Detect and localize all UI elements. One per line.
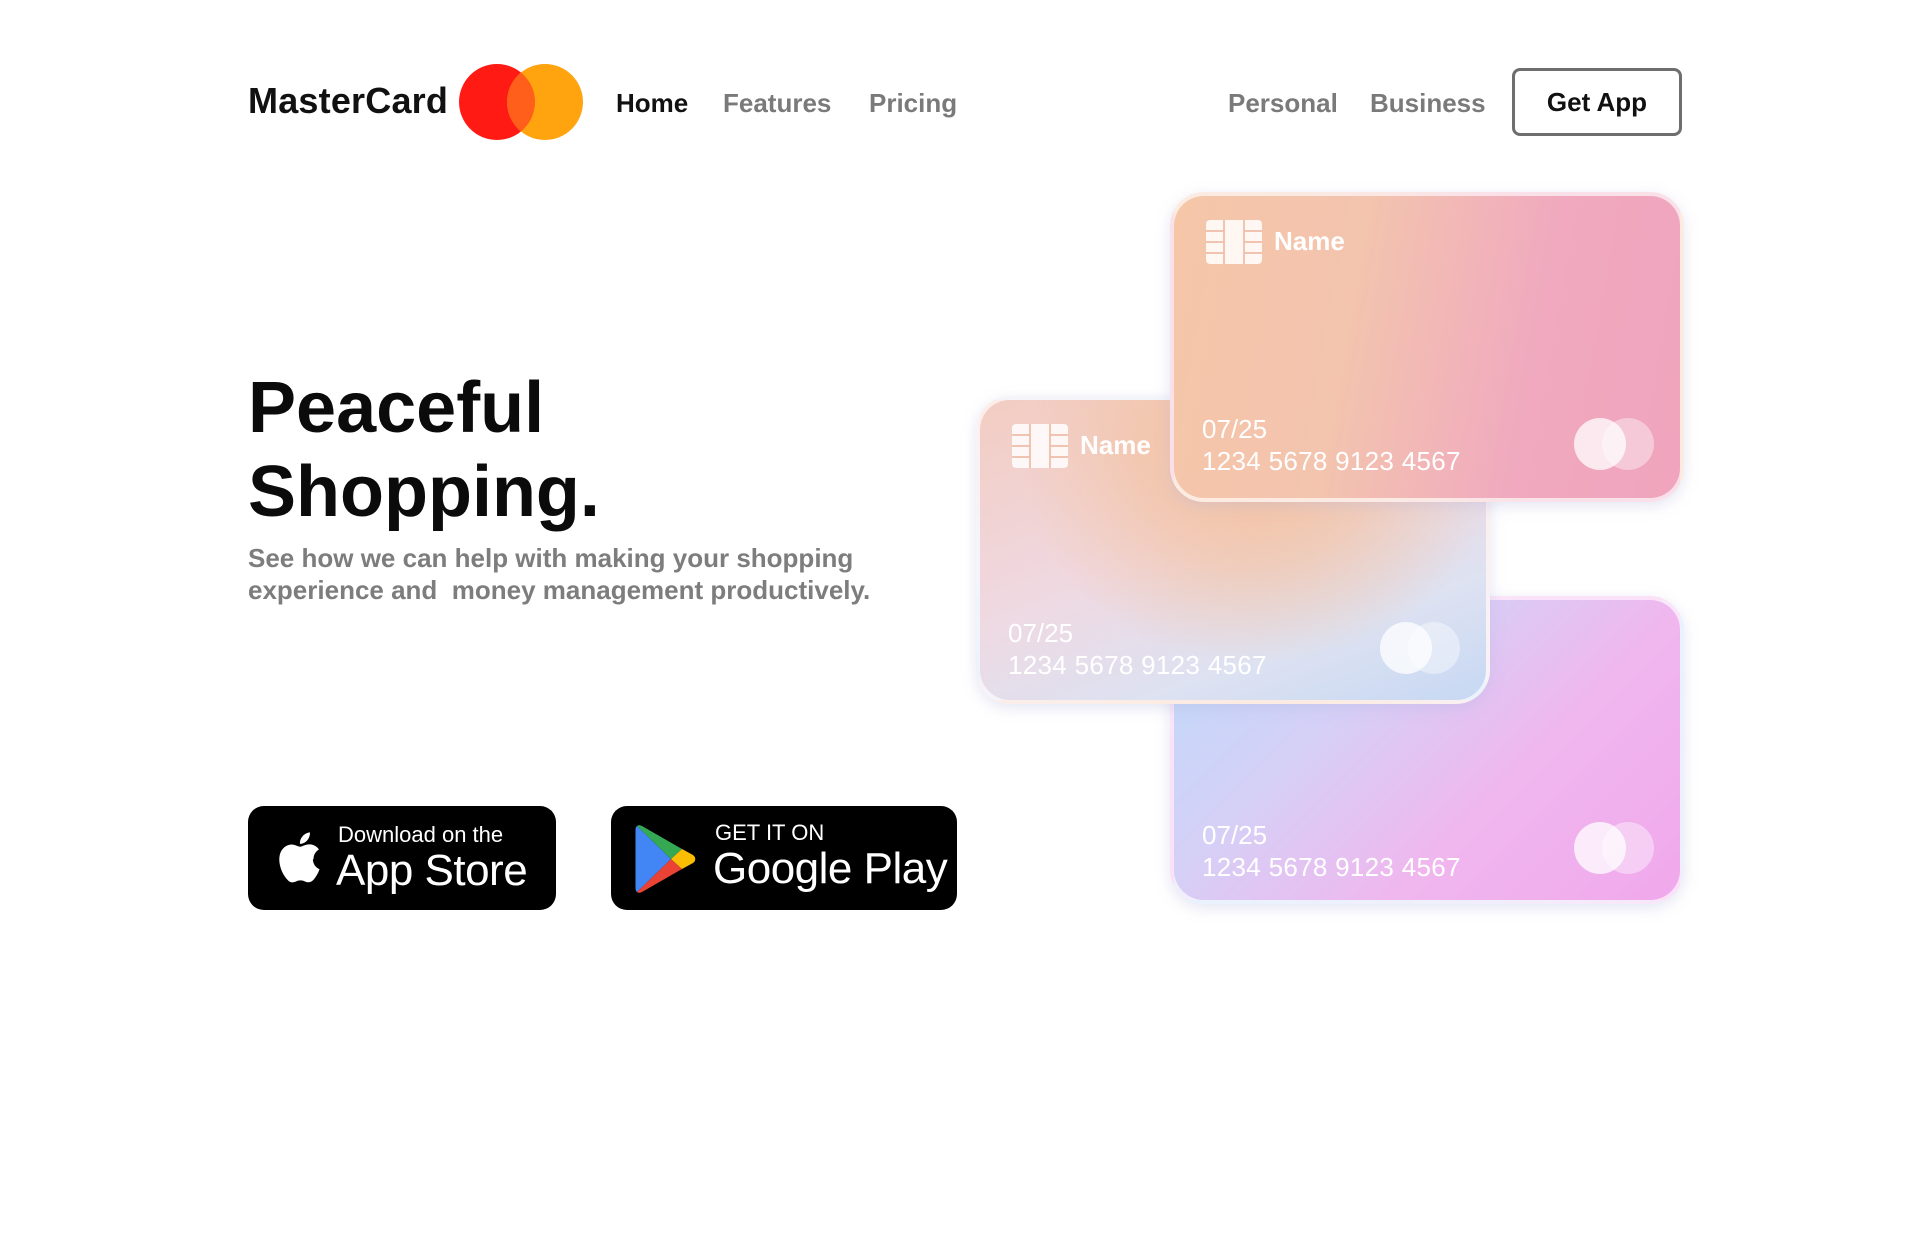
mastercard-logo-icon[interactable] [459,64,583,140]
card-logo-icon [1574,822,1654,874]
nav-home[interactable]: Home [616,88,688,119]
app-store-small-text: Download on the [338,822,504,847]
google-play-big-text: Google Play [713,844,948,893]
card-logo-icon [1574,418,1654,470]
card-logo-icon [1380,622,1460,674]
card-number: 1234 5678 9123 4567 [1202,852,1461,882]
card-holder-name: Name [1274,226,1345,256]
card-number: 1234 5678 9123 4567 [1008,650,1267,680]
card-expiry: 07/25 [1008,618,1074,648]
nav-pricing[interactable]: Pricing [869,88,957,119]
nav-personal[interactable]: Personal [1228,88,1338,119]
credit-card-front: Name 07/25 1234 5678 9123 4567 [1170,192,1684,502]
hero-subtitle: See how we can help with making your sho… [248,542,928,606]
get-app-button[interactable]: Get App [1512,68,1682,136]
card-chip-icon [1206,220,1262,264]
nav-business[interactable]: Business [1370,88,1486,119]
card-expiry: 07/25 [1202,414,1268,444]
apple-icon [279,832,320,883]
app-store-button[interactable]: Download on the App Store [248,806,556,910]
nav-features[interactable]: Features [723,88,831,119]
google-play-button[interactable]: GET IT ON Google Play [611,806,957,910]
hero-subtitle-line2: experience and money management producti… [248,575,871,605]
card-chip-icon [1012,424,1068,468]
hero-title-line2: Shopping. [248,452,600,532]
google-play-small-text: GET IT ON [715,820,825,845]
brand-name[interactable]: MasterCard [248,80,448,122]
card-number: 1234 5678 9123 4567 [1202,446,1461,476]
hero-title-line1: Peaceful [248,368,545,448]
card-holder-name: Name [1080,430,1151,460]
card-expiry: 07/25 [1202,820,1268,850]
app-store-big-text: App Store [336,846,528,895]
google-play-icon [635,825,696,893]
hero-subtitle-line1: See how we can help with making your sho… [248,543,854,573]
hero-title: Peaceful Shopping. [248,366,848,534]
